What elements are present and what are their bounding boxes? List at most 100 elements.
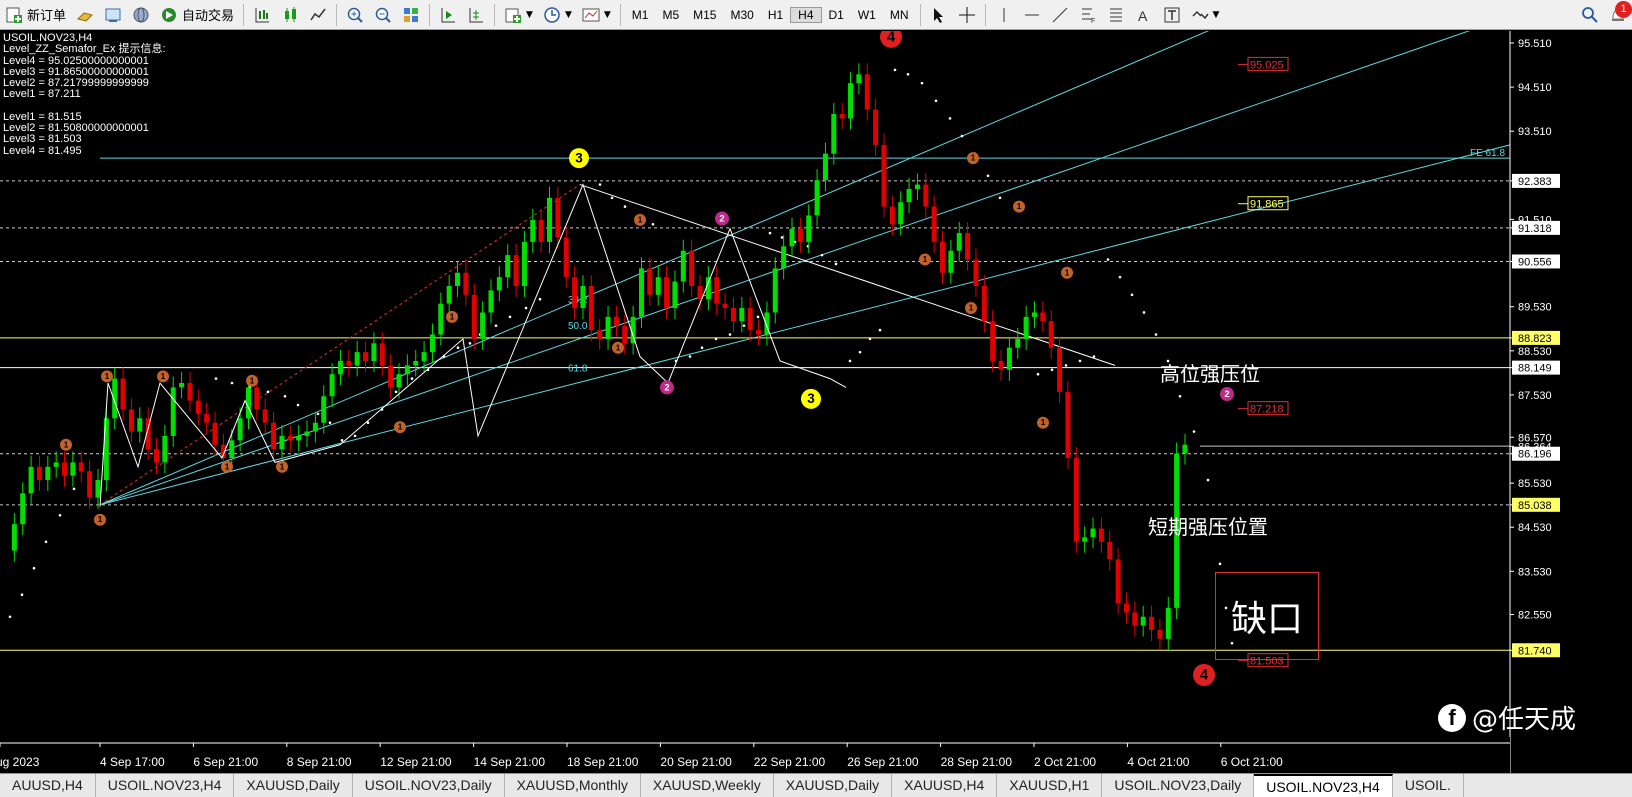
- bear-candle: [697, 285, 703, 300]
- templates-button[interactable]: ▼: [577, 2, 616, 28]
- zoom-in-button[interactable]: [341, 2, 369, 28]
- arrows-button[interactable]: ▼: [1186, 2, 1225, 28]
- timeframe-m1[interactable]: M1: [625, 8, 656, 22]
- sar-dot: [1142, 311, 1146, 314]
- search-icon: [1581, 6, 1599, 24]
- semafor-1-label: 1: [616, 343, 621, 352]
- bear-candle: [262, 409, 268, 423]
- arrows-icon: [1191, 6, 1209, 24]
- chart-tab[interactable]: AUUSD,H4: [0, 774, 96, 797]
- price-tick-label: 81.740: [1518, 645, 1552, 657]
- timeframe-d1[interactable]: D1: [822, 8, 851, 22]
- sar-dot: [920, 81, 924, 85]
- bull-candle: [396, 374, 402, 388]
- bull-candle: [580, 285, 586, 309]
- bear-candle: [965, 233, 971, 260]
- bear-candle: [839, 114, 845, 119]
- timeframe-mn[interactable]: MN: [883, 8, 916, 22]
- horizontal-line-button[interactable]: [1018, 2, 1046, 28]
- new-order-button[interactable]: 新订单: [0, 2, 71, 28]
- bull-candle: [638, 268, 644, 317]
- price-chart[interactable]: FE 61.8 38.2 50.0 61.8 95.025 91.865 87.218 81…: [0, 31, 1632, 773]
- sar-dot: [756, 315, 760, 319]
- chart-tab[interactable]: USOIL.NOV23,Daily: [353, 774, 505, 797]
- price-tick-label: 94.510: [1518, 82, 1552, 94]
- toolbox-button[interactable]: [71, 2, 99, 28]
- notifications-button[interactable]: 1: [1604, 0, 1632, 28]
- sar-dot: [820, 253, 824, 257]
- text-label-button[interactable]: [1158, 2, 1186, 28]
- chart-tab[interactable]: XAUUSD,H1: [997, 774, 1103, 797]
- price-tick-label: 90.556: [1518, 256, 1552, 268]
- bull-candle: [11, 524, 17, 551]
- chart-tab[interactable]: USOIL.NOV23,H4: [96, 774, 235, 797]
- bull-candle: [304, 431, 310, 436]
- bear-candle: [1073, 457, 1079, 542]
- bar-chart-button[interactable]: [248, 2, 276, 28]
- fibo-expansion-button[interactable]: F: [1074, 2, 1102, 28]
- cursor-tool-button[interactable]: [925, 2, 953, 28]
- chart-tabs: AUUSD,H4 USOIL.NOV23,H4 XAUUSD,Daily USO…: [0, 773, 1632, 797]
- chart-tab[interactable]: XAUUSD,Monthly: [505, 774, 641, 797]
- chart-tab-active[interactable]: USOIL.NOV23,H4: [1254, 774, 1393, 797]
- time-tick-label: 20 Sep 21:00: [660, 755, 732, 769]
- bear-candle: [990, 321, 996, 361]
- zoom-out-button[interactable]: [369, 2, 397, 28]
- bear-candle: [647, 268, 653, 295]
- trendline-icon: [1051, 6, 1069, 24]
- bear-candle: [889, 206, 895, 225]
- chart-shift-button[interactable]: [434, 2, 462, 28]
- add-indicator-icon: [504, 6, 522, 24]
- autoscroll-button[interactable]: [462, 2, 490, 28]
- candle-chart-button[interactable]: [276, 2, 304, 28]
- bear-candle: [388, 365, 394, 388]
- timeframe-m15[interactable]: M15: [686, 8, 723, 22]
- timeframe-w1[interactable]: W1: [851, 8, 883, 22]
- market-watch-icon: [104, 6, 122, 24]
- bull-candle: [521, 241, 527, 286]
- bull-candle: [137, 418, 143, 432]
- toolbar-separator: [984, 3, 986, 26]
- bull-candle: [179, 383, 185, 388]
- sar-dot: [58, 514, 62, 517]
- bear-candle: [622, 325, 628, 344]
- search-button[interactable]: [1576, 2, 1604, 28]
- sar-dot: [353, 434, 357, 438]
- semafor-1-label: 1: [1041, 418, 1046, 427]
- bear-candle: [730, 308, 736, 322]
- chart-tab[interactable]: XAUUSD,Daily: [774, 774, 893, 797]
- bear-candle: [287, 435, 293, 441]
- timeframe-h4[interactable]: H4: [790, 6, 822, 23]
- chart-tab[interactable]: XAUUSD,Weekly: [641, 774, 774, 797]
- chart-tab[interactable]: USOIL.: [1393, 774, 1464, 797]
- chart-tab[interactable]: XAUUSD,H4: [892, 774, 998, 797]
- gap-box: 缺口: [1215, 572, 1319, 660]
- line-chart-button[interactable]: [304, 2, 332, 28]
- fibo-retracement-button[interactable]: [1102, 2, 1130, 28]
- auto-trade-button[interactable]: 自动交易: [155, 2, 239, 28]
- vertical-line-button[interactable]: [990, 2, 1018, 28]
- tile-windows-button[interactable]: [397, 2, 425, 28]
- market-watch-button[interactable]: [99, 2, 127, 28]
- indicators-button[interactable]: ▼: [499, 2, 538, 28]
- periods-button[interactable]: ▼: [538, 2, 577, 28]
- price-tick-label: 88.530: [1518, 346, 1552, 358]
- trendline-button[interactable]: [1046, 2, 1074, 28]
- text-tool-button[interactable]: A: [1130, 2, 1158, 28]
- crosshair-button[interactable]: [953, 2, 981, 28]
- timeframe-m30[interactable]: M30: [723, 8, 760, 22]
- sar-dot: [688, 355, 692, 358]
- bear-candle: [1098, 528, 1104, 542]
- time-tick-label: 2 Oct 21:00: [1034, 755, 1096, 769]
- semafor-1-label: 1: [250, 376, 255, 385]
- navigator-button[interactable]: [127, 2, 155, 28]
- price-tick-label: 85.530: [1518, 478, 1552, 490]
- bull-candle: [781, 246, 787, 269]
- svg-text:A: A: [1138, 8, 1148, 24]
- tile-windows-icon: [402, 6, 420, 24]
- timeframe-h1[interactable]: H1: [761, 8, 790, 22]
- bear-candle: [513, 255, 519, 286]
- chart-tab[interactable]: XAUUSD,Daily: [234, 774, 353, 797]
- chart-tab[interactable]: USOIL.NOV23,Daily: [1102, 774, 1255, 797]
- timeframe-m5[interactable]: M5: [655, 8, 686, 22]
